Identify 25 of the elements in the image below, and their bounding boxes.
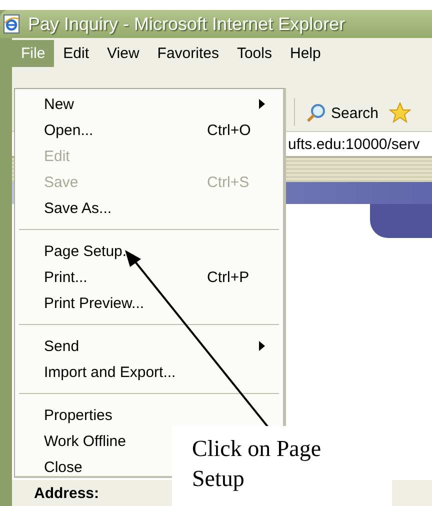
star-icon[interactable] <box>388 102 411 124</box>
menu-item[interactable]: Tools <box>228 40 281 66</box>
browser-icon <box>2 14 22 34</box>
window-title: Pay Inquiry - Microsoft Internet Explorer <box>28 14 346 34</box>
search-button[interactable]: Search <box>303 95 381 131</box>
menu-item[interactable]: Help <box>281 40 330 66</box>
shortcut-text: Ctrl+O <box>207 122 251 138</box>
menu-item[interactable]: Edit <box>54 40 98 66</box>
menu-item[interactable]: New <box>15 91 283 117</box>
menu-item[interactable]: Send <box>15 333 283 359</box>
menu-item[interactable]: View <box>98 40 148 66</box>
address-label: Address: <box>34 484 100 502</box>
menu-item[interactable]: Save As... <box>15 195 283 221</box>
shortcut-text: Ctrl+P <box>207 268 250 286</box>
menu-item[interactable]: Open... Ctrl+O <box>15 117 283 143</box>
search-icon <box>305 102 327 124</box>
url-text: ufts.edu:10000/serv <box>288 136 420 152</box>
menu-item[interactable]: Print... Ctrl+P <box>15 264 283 290</box>
menu-item[interactable]: Properties <box>15 402 283 428</box>
menu-item[interactable]: Import and Export... <box>15 359 283 385</box>
menu-item[interactable]: Page Setup... <box>15 238 283 264</box>
menu-item[interactable]: Favorites <box>148 40 228 66</box>
callout-tooltip: Click on Page Setup <box>172 426 392 506</box>
shortcut-text: Ctrl+S <box>207 174 250 190</box>
menu-item[interactable]: Print Preview... <box>15 290 283 316</box>
